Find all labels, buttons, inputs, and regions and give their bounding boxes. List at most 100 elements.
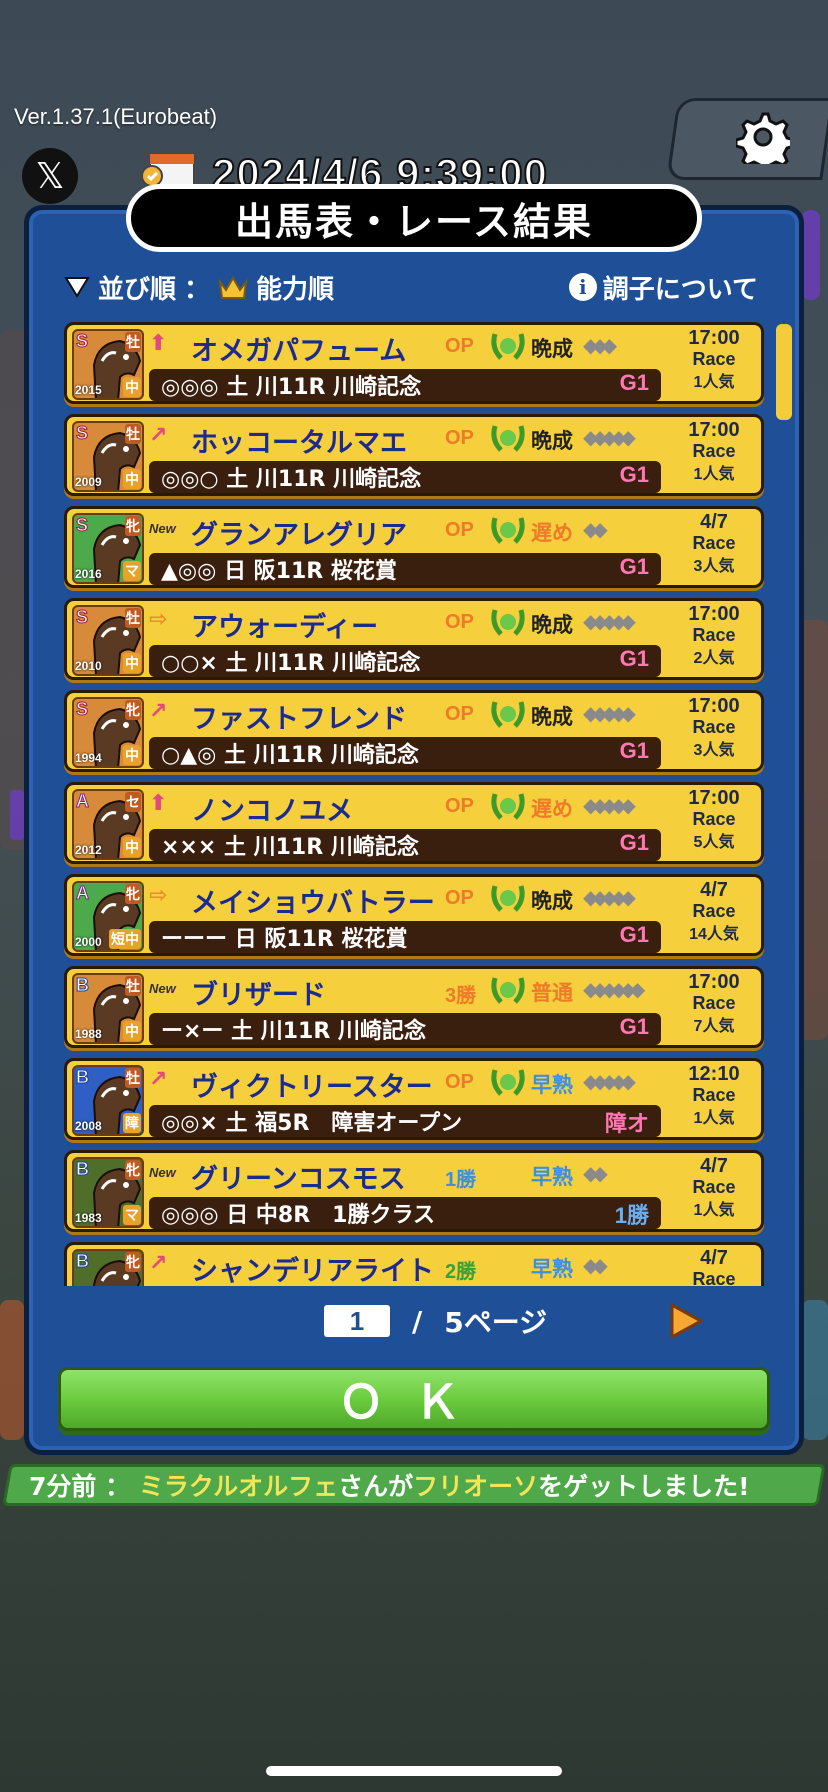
horse-portrait: S 牡 2015 中	[72, 329, 144, 400]
class-label: OP	[445, 427, 474, 449]
horse-row[interactable]: S 牝 1994 中 ↗ ファストフレンド OP 晩成 ◆◆◆◆◆ ○▲◎ 土 川11R 川崎記念…	[64, 690, 764, 772]
race-time-block: 4/7 Race 3人気	[673, 511, 755, 578]
ticker-time: 7分前	[29, 1472, 97, 1501]
rank-letter: B	[76, 1067, 90, 1088]
birth-year: 2008	[75, 1119, 102, 1133]
g1-laurel-icon	[491, 793, 525, 820]
sex-badge: 牝	[125, 1252, 141, 1272]
class-label: 3勝	[445, 985, 477, 1007]
birth-year: 2000	[75, 935, 102, 949]
race-label: Race	[692, 349, 736, 369]
race-info-text: ◎◎◎ 日 中8R 1勝クラス	[161, 1203, 436, 1228]
horse-portrait: S 牡 2009 中	[72, 421, 144, 492]
horse-row[interactable]: A セ 2012 中 ⬆ ノンコノユメ OP 遅め ◆◆◆◆◆ ××× 土 川11R 川崎記念 G1…	[64, 782, 764, 864]
race-time-block: 4/7 Race 14人気	[673, 879, 755, 946]
race-info-bar: ○○× 土 川11R 川崎記念 G1	[149, 645, 661, 677]
race-info-bar: ーーー 日 阪11R 桜花賞 G1	[149, 921, 661, 953]
sex-badge: 牡	[125, 424, 141, 444]
distance-badge: 障	[123, 1113, 141, 1133]
sex-badge: 牡	[125, 608, 141, 628]
ok-button[interactable]: ＯＫ	[58, 1367, 770, 1431]
horse-name: ノンコノユメ	[191, 796, 353, 827]
class-label: OP	[445, 335, 474, 357]
page-separator: /	[412, 1304, 423, 1338]
popularity-label: 2人気	[693, 650, 735, 667]
horseshoe-rating-icon: ◆◆	[583, 1161, 608, 1185]
horse-portrait: B牝	[72, 1249, 144, 1286]
distance-badge: 中	[123, 837, 141, 857]
race-info-text: ○▲◎ 土 川11R 川崎記念	[161, 743, 419, 768]
condition-info-link[interactable]: i 調子について	[568, 265, 758, 309]
growth-type: 早熟	[531, 1073, 573, 1097]
gear-icon[interactable]	[736, 110, 790, 164]
home-indicator[interactable]	[266, 1766, 562, 1776]
page-number-input[interactable]: 1	[324, 1305, 390, 1337]
horse-row[interactable]: S 牝 2016 マ New グランアレグリア OP 遅め ◆◆ ▲◎◎ 日 阪11R 桜花賞 G1…	[64, 506, 764, 588]
race-label: Race	[692, 901, 736, 921]
race-grade: G1	[619, 370, 649, 395]
horse-name: シャンデリアライト	[191, 1256, 434, 1286]
g1-laurel-icon	[491, 885, 525, 912]
race-time: 4/7	[700, 511, 728, 533]
page-total: 5ページ	[444, 1306, 548, 1339]
horse-row[interactable]: A 牝 2000 短中 ⇨ メイショウバトラー OP 晩成 ◆◆◆◆◆ ーーー 日 阪11R 桜花…	[64, 874, 764, 956]
horse-portrait: S 牡 2010 中	[72, 605, 144, 676]
background-blur	[802, 210, 820, 300]
horse-row[interactable]: S 牡 2010 中 ⇨ アウォーディー OP 晩成 ◆◆◆◆◆ ○○× 土 川11R 川崎記念 G…	[64, 598, 764, 680]
growth-type: 遅め	[531, 521, 573, 545]
trend-arrow-icon: ↗	[149, 1251, 168, 1276]
next-page-arrow-icon[interactable]	[668, 1302, 704, 1340]
horse-name: グランアレグリア	[191, 520, 407, 551]
race-grade: G1	[619, 646, 649, 671]
trend-arrow-icon: ⬆	[149, 331, 168, 356]
trend-arrow-icon: ⇨	[149, 607, 168, 632]
race-time: 12:10	[688, 1063, 740, 1085]
trend-arrow-icon: ↗	[149, 1067, 168, 1092]
news-ticker: 7分前 ： ミラクルオルフェさんがフリオーソをゲットしました!	[2, 1464, 826, 1506]
race-label: Race	[692, 441, 736, 461]
horse-row[interactable]: B 牡 1988 中 New ブリザード 3勝 普通 ◆◆◆◆◆◆ ー×ー 土 川11R 川崎記念…	[64, 966, 764, 1048]
horse-row[interactable]: S 牡 2015 中 ⬆ オメガパフューム OP 晩成 ◆◆◆ ◎◎◎ 土 川11R 川崎記念 G1…	[64, 322, 764, 404]
x-share-button[interactable]: 𝕏	[22, 148, 78, 204]
horse-row[interactable]: B 牝 ↗ シャンデリアライト 2勝 早熟 ◆◆ 4/7 Race	[64, 1242, 764, 1286]
horse-row[interactable]: S 牡 2009 中 ↗ ホッコータルマエ OP 晩成 ◆◆◆◆◆ ◎◎○ 土 川11R 川崎記念…	[64, 414, 764, 496]
birth-year: 2015	[75, 383, 102, 397]
rank-letter: B	[76, 1251, 90, 1272]
sort-selector[interactable]: 並び順 ： 能力順	[64, 265, 334, 309]
horse-name: ブリザード	[191, 980, 326, 1011]
race-time: 4/7	[700, 1247, 728, 1269]
horse-name: オメガパフューム	[191, 336, 407, 367]
race-label: Race	[692, 625, 736, 645]
race-info-bar: ◎◎× 土 福5R 障害オープン 障オ	[149, 1105, 661, 1137]
sex-badge: 牡	[125, 1068, 141, 1088]
race-time: 17:00	[688, 695, 740, 717]
race-time: 17:00	[688, 603, 740, 625]
horse-name: メイショウバトラー	[191, 888, 435, 919]
sex-badge: 牝	[125, 516, 141, 536]
trend-arrow-icon: ⇨	[149, 883, 168, 908]
race-info-bar: ◎◎◎ 土 川11R 川崎記念 G1	[149, 369, 661, 401]
race-grade: G1	[619, 830, 649, 855]
class-label: OP	[445, 887, 474, 909]
race-time-block: 17:00 Race 7人気	[673, 971, 755, 1038]
race-grade: 障オ	[604, 1111, 649, 1136]
distance-badge: 中	[123, 745, 141, 765]
g1-laurel-icon	[491, 701, 525, 728]
horse-list[interactable]: S 牡 2015 中 ⬆ オメガパフューム OP 晩成 ◆◆◆ ◎◎◎ 土 川11R 川崎記念 G1…	[64, 322, 764, 1286]
class-label: OP	[445, 611, 474, 633]
horseshoe-rating-icon: ◆◆◆	[583, 333, 617, 357]
crown-icon	[218, 276, 248, 299]
growth-type: 晩成	[531, 705, 573, 729]
rank-letter: B	[76, 1159, 90, 1180]
horse-row[interactable]: B 牝 1983 マ New グリーンコスモス 1勝 早熟 ◆◆ ◎◎◎ 日 中8R 1勝クラス 1…	[64, 1150, 764, 1232]
background-blur	[802, 1300, 828, 1440]
horse-portrait: S 牝 1994 中	[72, 697, 144, 768]
race-label: Race	[692, 1177, 736, 1197]
horseshoe-rating-icon: ◆◆	[583, 1253, 608, 1277]
horse-name: ヴィクトリースター	[191, 1072, 433, 1103]
horse-row[interactable]: B 牡 2008 障 ↗ ヴィクトリースター OP 早熟 ◆◆◆◆◆ ◎◎× 土 福5R 障害オー…	[64, 1058, 764, 1140]
race-label: Race	[692, 1269, 736, 1286]
scrollbar-thumb[interactable]	[776, 324, 792, 420]
rank-letter: S	[75, 423, 89, 444]
birth-year: 1988	[75, 1027, 102, 1041]
